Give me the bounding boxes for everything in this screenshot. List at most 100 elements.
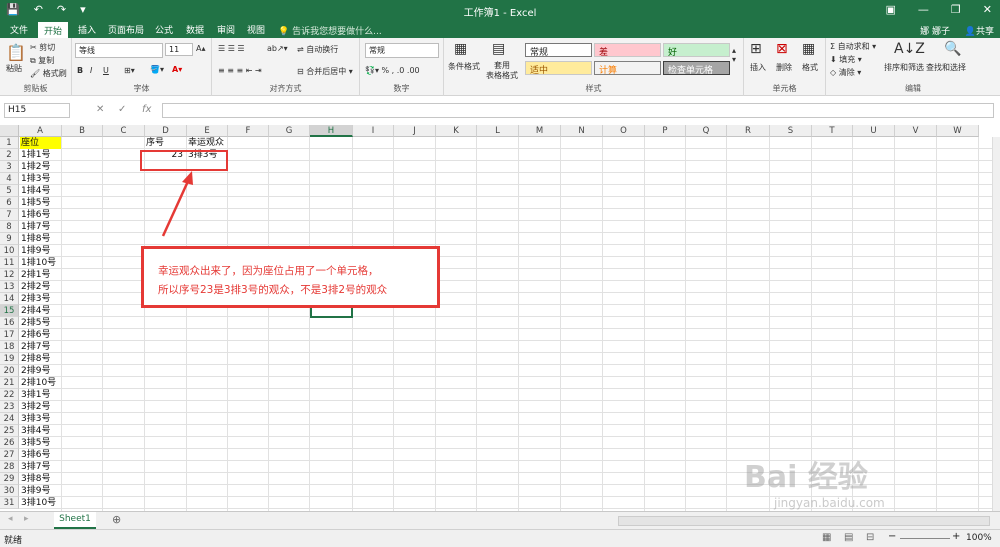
zoom-level[interactable]: 100% [966,533,992,543]
clear-button[interactable]: ◇ 清除 ▾ [830,67,861,78]
add-sheet-icon[interactable]: ⊕ [112,513,121,526]
enter-icon[interactable]: ✓ [118,104,126,115]
italic-button[interactable]: I [90,66,92,75]
group-label-styles: 样式 [585,84,602,93]
sort-filter-button[interactable]: 排序和筛选 [884,62,924,73]
watermark-url: jingyan.baidu.com [774,496,885,510]
close-icon[interactable]: ✕ [983,3,992,16]
vertical-scrollbar[interactable] [992,137,1000,511]
tab-file[interactable]: 文件 [10,23,28,36]
styles-scroll-icon[interactable]: ▴ ▾ [732,46,736,64]
conditional-format-button[interactable]: 条件格式 [448,61,480,72]
restore-icon[interactable]: ❐ [951,3,961,16]
align-left-icon[interactable]: ≡ ≡ ≡ ⇤ ⇥ [218,66,262,75]
share-button[interactable]: 👤共享 [965,24,994,37]
minimize-icon[interactable]: — [918,3,929,16]
baidu-watermark: Bai 经验 jingyan.baidu.com [744,452,954,522]
ribbon-display-icon[interactable]: ▣ [886,3,896,16]
page-layout-view-icon[interactable]: ▤ [844,532,853,543]
align-top-icon[interactable]: ☰ ☰ ☰ [218,44,245,53]
cancel-icon[interactable]: ✕ [96,104,104,115]
group-number: 常规 💱▾ % , .0 .00 数字 [360,38,444,96]
tab-home[interactable]: 开始 [38,22,69,38]
style-good[interactable]: 好 [663,43,730,58]
table-format-button[interactable]: 套用 表格格式 [486,61,518,81]
style-calculation[interactable]: 计算 [594,61,661,76]
sheet-nav-prev-icon[interactable]: ◂ [8,514,13,524]
insert-cells-icon[interactable]: ⊞ [750,41,762,57]
group-label-number: 数字 [393,84,410,93]
insert-function-icon[interactable]: fx [142,104,151,115]
insert-cells-button[interactable]: 插入 [750,62,766,73]
callout-line-1: 幸运观众出来了，因为座位占用了一个单元格， [158,265,379,277]
merge-center-button[interactable]: ⊟ 合并后居中 ▾ [297,66,353,77]
cut-button[interactable]: ✂ 剪切 [30,42,55,53]
zoom-in-icon[interactable]: + [952,531,960,542]
normal-view-icon[interactable]: ▦ [822,532,831,543]
font-name-select[interactable]: 等线 [75,43,163,58]
annotation-callout: 幸运观众出来了，因为座位占用了一个单元格， 所以序号23是3排3号的观众，不是3… [141,246,440,308]
style-bad[interactable]: 差 [594,43,661,58]
wrap-text-button[interactable]: ⇌ 自动换行 [297,44,338,55]
tab-data[interactable]: 数据 [186,23,204,36]
window-controls: ▣ — ❐ ✕ [886,3,993,16]
font-grow-icon[interactable]: A▴ [196,44,206,53]
number-format-select[interactable]: 常规 [365,43,439,58]
sheet-nav-next-icon[interactable]: ▸ [24,514,29,524]
user-account[interactable]: 娜 娜子 [920,24,950,37]
table-format-icon[interactable]: ▤ [492,41,505,57]
autosum-button[interactable]: Σ 自动求和 ▾ [830,41,876,52]
format-cells-button[interactable]: 格式 [802,62,818,73]
status-bar: 就绪 ▦ ▤ ⊟ − + 100% [0,529,1000,547]
style-normal[interactable]: 常规 [525,43,592,58]
group-cells: ⊞ 插入 ⊠ 删除 ▦ 格式 单元格 [744,38,826,96]
tab-page-layout[interactable]: 页面布局 [108,23,144,36]
group-label-editing: 编辑 [905,84,921,93]
group-label-font: 字体 [133,84,150,93]
fill-button[interactable]: ⬇ 填充 ▾ [830,54,862,65]
zoom-out-icon[interactable]: − [888,531,896,542]
callout-line-2: 所以序号23是3排3号的观众，不是3排2号的观众 [158,284,388,296]
group-font: 等线 11 A▴ B I U ⊞▾ 🪣▾ A▾ 字体 [72,38,212,96]
page-break-view-icon[interactable]: ⊟ [866,532,874,543]
font-color-icon[interactable]: A▾ [172,65,182,74]
delete-cells-button[interactable]: 删除 [776,62,792,73]
conditional-format-icon[interactable]: ▦ [454,41,467,57]
orientation-icon[interactable]: ab↗▾ [267,44,288,53]
name-box[interactable]: H15 [4,103,70,118]
group-label-clipboard: 剪贴板 [23,84,48,93]
tell-me-box[interactable]: 💡 告诉我您想要做什么... [278,24,382,37]
format-cells-icon[interactable]: ▦ [802,41,815,57]
font-size-select[interactable]: 11 [165,43,193,56]
group-alignment: ☰ ☰ ☰ ab↗▾ ⇌ 自动换行 ≡ ≡ ≡ ⇤ ⇥ ⊟ 合并后居中 ▾ 对齐… [212,38,360,96]
group-styles: ▦ 条件格式 ▤ 套用 表格格式 常规 差 好 适中 计算 检查单元格 ▴ ▾ 样… [444,38,744,96]
underline-button[interactable]: U [103,66,109,75]
sort-filter-icon[interactable]: A↓Z [894,41,925,57]
ribbon: 📋 粘贴 ✂ 剪切 ⧉ 复制 🖌 格式刷 剪贴板 等线 11 A▴ B I U … [0,38,1000,96]
style-neutral[interactable]: 适中 [525,61,592,76]
group-clipboard: 📋 粘贴 ✂ 剪切 ⧉ 复制 🖌 格式刷 剪贴板 [0,38,72,96]
fill-color-icon[interactable]: 🪣▾ [150,65,164,74]
bold-button[interactable]: B [77,66,83,75]
watermark-brand: Bai 经验 [744,460,868,495]
paste-button[interactable]: 粘贴 [6,63,22,74]
find-select-icon[interactable]: 🔍 [944,41,961,57]
sheet-tab-sheet1[interactable]: Sheet1 [54,512,96,529]
tab-review[interactable]: 审阅 [217,23,235,36]
status-ready: 就绪 [4,536,23,546]
delete-cells-icon[interactable]: ⊠ [776,41,788,57]
style-check-cell[interactable]: 检查单元格 [663,61,730,76]
paste-icon[interactable]: 📋 [6,43,26,62]
zoom-slider[interactable] [900,538,950,539]
tab-view[interactable]: 视图 [247,23,265,36]
formula-input[interactable] [162,103,994,118]
tab-formulas[interactable]: 公式 [155,23,173,36]
find-select-button[interactable]: 查找和选择 [926,62,966,73]
title-bar: 💾 ↶ ↷ ▾ 工作簿1 - Excel ▣ — ❐ ✕ [0,0,1000,21]
format-painter-button[interactable]: 🖌 格式刷 [30,68,67,79]
lightbulb-icon: 💡 [278,27,290,37]
copy-button[interactable]: ⧉ 复制 [30,55,54,66]
accounting-format-icon[interactable]: 💱▾ % , .0 .00 [365,66,420,75]
border-icon[interactable]: ⊞▾ [124,66,135,75]
tab-insert[interactable]: 插入 [78,23,96,36]
